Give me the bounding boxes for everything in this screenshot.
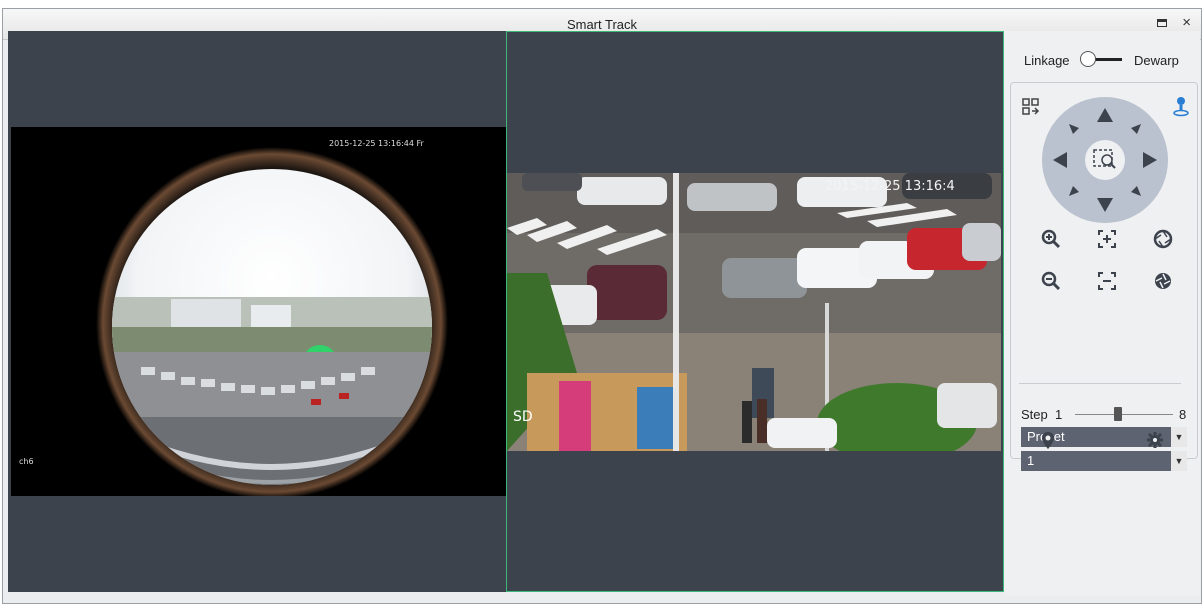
ptz-direction-pad[interactable] <box>1041 96 1169 224</box>
tracking-timestamp: 2015-12-25 13:16:4 <box>825 179 955 194</box>
fisheye-image <box>96 147 448 496</box>
maximize-icon[interactable] <box>1157 19 1167 27</box>
channel-label: ch6 <box>19 457 34 466</box>
ptz-box: Step 1 8 Preset ▼ 1 ▼ <box>1010 82 1198 471</box>
slider-track <box>1075 414 1173 415</box>
step-slider[interactable] <box>1075 407 1173 423</box>
fisheye-video[interactable]: 2015-12-25 13:16:44 Fr ch6 <box>11 127 506 496</box>
ptz-control-panel: Linkage Dewarp Step 1 8 ▼ 1 ▼ <box>1004 31 1200 596</box>
iris-open-icon[interactable] <box>1153 229 1173 249</box>
zoom-out-icon[interactable] <box>1041 271 1061 291</box>
layout-switch-icon[interactable] <box>1021 97 1041 117</box>
window-title: Smart Track <box>566 17 638 32</box>
step-max-value: 8 <box>1179 407 1187 422</box>
linkage-label: Linkage <box>1024 53 1070 68</box>
focus-near-icon[interactable] <box>1097 229 1117 249</box>
step-min-value: 1 <box>1055 407 1063 422</box>
panel-separator <box>1019 383 1181 384</box>
tracking-video[interactable]: 2015-12-25 13:16:4 SD <box>507 173 1001 451</box>
preset-number-value: 1 <box>1027 453 1035 468</box>
street-image <box>507 173 1001 451</box>
dewarp-label: Dewarp <box>1134 53 1179 68</box>
toggle-track <box>1094 58 1122 61</box>
location-pin-icon[interactable] <box>1040 431 1056 451</box>
toggle-knob <box>1080 51 1096 67</box>
sd-label: SD <box>513 409 533 425</box>
slider-thumb[interactable] <box>1114 407 1122 421</box>
preset-number-select[interactable]: 1 ▼ <box>1021 451 1187 471</box>
zoom-in-icon[interactable] <box>1041 229 1061 249</box>
fisheye-timestamp: 2015-12-25 13:16:44 Fr <box>329 139 424 148</box>
person-locate-icon[interactable] <box>1171 95 1191 117</box>
fisheye-pane[interactable]: 2015-12-25 13:16:44 Fr ch6 <box>8 31 506 592</box>
tracking-pane[interactable]: 2015-12-25 13:16:4 SD <box>506 31 1004 592</box>
focus-far-icon[interactable] <box>1097 271 1117 291</box>
linkage-dewarp-toggle[interactable] <box>1080 51 1124 67</box>
video-area: 2015-12-25 13:16:44 Fr ch6 2015-12-25 13… <box>8 31 1004 592</box>
chevron-down-icon[interactable]: ▼ <box>1171 427 1187 447</box>
gear-icon[interactable] <box>1146 431 1164 449</box>
step-label: Step <box>1021 407 1048 422</box>
chevron-down-icon[interactable]: ▼ <box>1171 451 1187 471</box>
close-icon[interactable]: × <box>1182 14 1191 31</box>
iris-close-icon[interactable] <box>1153 271 1173 291</box>
